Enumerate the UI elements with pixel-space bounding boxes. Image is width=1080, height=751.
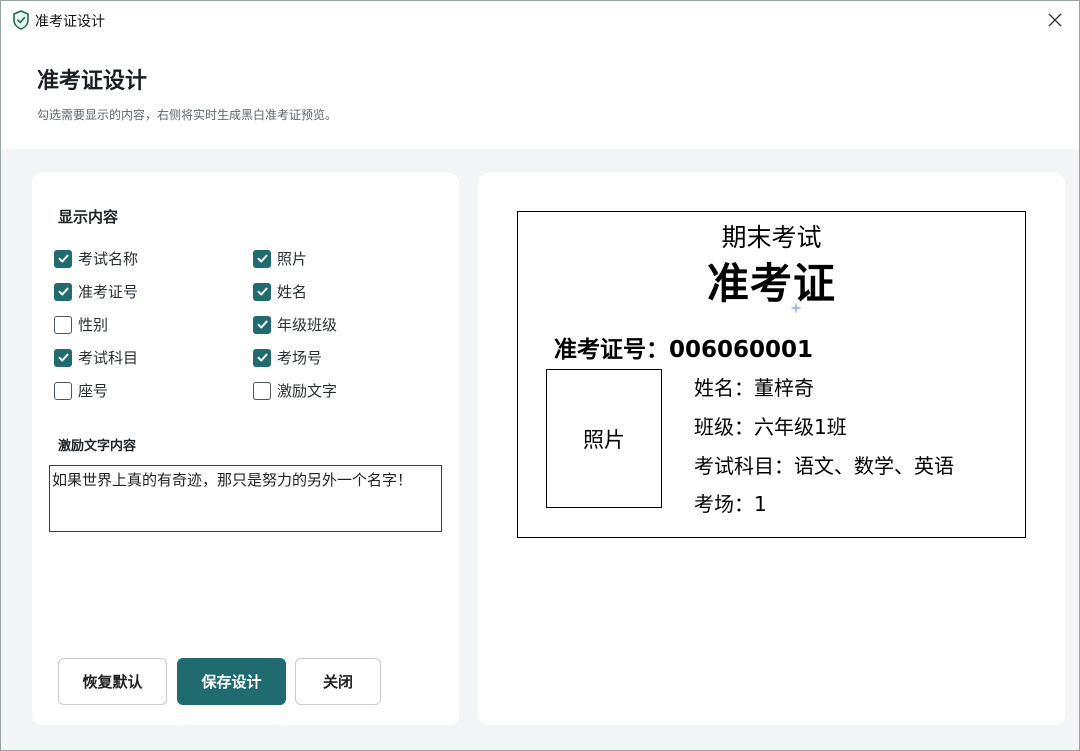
checked-checkbox-icon[interactable]	[54, 249, 72, 268]
page-title: 准考证设计	[37, 69, 148, 94]
option-label: 座号	[78, 382, 109, 400]
checked-checkbox-icon[interactable]	[253, 282, 271, 301]
reset-button[interactable]: 恢复默认	[58, 658, 167, 705]
shield-check-icon	[12, 10, 30, 30]
page-header: 准考证设计 勾选需要显示的内容，右侧将实时生成黑白准考证预览。	[1, 39, 1079, 149]
options-panel: 显示内容 考试名称 照片准考证号 姓名性别 年级班级考试科目 考场号座号 激励文字 激励文…	[32, 173, 459, 725]
dialog-window: 准考证设计 准考证设计 勾选需要显示的内容，右侧将实时生成黑白准考证预览。 显示…	[0, 0, 1080, 751]
ticket-room: 考场：1	[694, 492, 767, 516]
option-label: 年级班级	[277, 316, 338, 334]
ticket-title: 准考证	[706, 259, 836, 308]
ticket-name: 姓名：董梓奇	[694, 376, 814, 400]
unchecked-checkbox-icon[interactable]	[54, 381, 72, 400]
option-checkbox[interactable]: 姓名	[253, 281, 307, 302]
title-bar: 准考证设计	[1, 1, 1079, 39]
option-checkbox[interactable]: 年级班级	[253, 314, 337, 335]
sparkle-icon	[790, 299, 802, 314]
option-label: 考试科目	[78, 349, 139, 367]
motto-label: 激励文字内容	[58, 439, 137, 454]
motto-input[interactable]: 如果世界上真的有奇迹，那只是努力的另外一个名字！	[49, 465, 442, 532]
option-label: 照片	[277, 250, 308, 268]
option-label: 考场号	[277, 349, 323, 367]
checked-checkbox-icon[interactable]	[54, 348, 72, 367]
unchecked-checkbox-icon[interactable]	[54, 315, 72, 334]
checked-checkbox-icon[interactable]	[253, 315, 271, 334]
option-checkbox[interactable]: 座号	[54, 380, 108, 401]
ticket-photo: 照片	[546, 369, 662, 508]
option-checkbox[interactable]: 激励文字	[253, 380, 337, 401]
option-label: 考试名称	[78, 250, 139, 268]
option-label: 性别	[78, 316, 109, 334]
option-checkbox[interactable]: 考场号	[253, 347, 322, 368]
checked-checkbox-icon[interactable]	[253, 348, 271, 367]
photo-label: 照片	[583, 427, 625, 452]
option-checkbox[interactable]: 考试科目	[54, 347, 138, 368]
option-checkbox[interactable]: 照片	[253, 248, 307, 269]
option-label: 准考证号	[78, 283, 139, 301]
close-icon[interactable]	[1045, 10, 1065, 30]
ticket-preview: 期末考试 准考证 准考证号：006060001 照片 姓名：董梓奇 班级：六年级…	[517, 211, 1026, 538]
option-checkbox[interactable]: 考试名称	[54, 248, 138, 269]
ticket-subjects: 考试科目：语文、数学、英语	[694, 454, 954, 478]
section-title: 显示内容	[58, 208, 119, 226]
page-subtitle: 勾选需要显示的内容，右侧将实时生成黑白准考证预览。	[37, 108, 338, 122]
option-checkbox[interactable]: 性别	[54, 314, 108, 335]
option-label: 激励文字	[277, 382, 338, 400]
checked-checkbox-icon[interactable]	[253, 249, 271, 268]
checked-checkbox-icon[interactable]	[54, 282, 72, 301]
window-title: 准考证设计	[35, 14, 105, 30]
option-label: 姓名	[277, 283, 308, 301]
ticket-number: 准考证号：006060001	[554, 337, 814, 363]
save-button[interactable]: 保存设计	[177, 658, 286, 705]
ticket-exam-name: 期末考试	[721, 223, 822, 252]
ticket-class: 班级：六年级1班	[694, 415, 847, 439]
close-button[interactable]: 关闭	[295, 658, 381, 705]
unchecked-checkbox-icon[interactable]	[253, 381, 271, 400]
option-checkbox[interactable]: 准考证号	[54, 281, 138, 302]
